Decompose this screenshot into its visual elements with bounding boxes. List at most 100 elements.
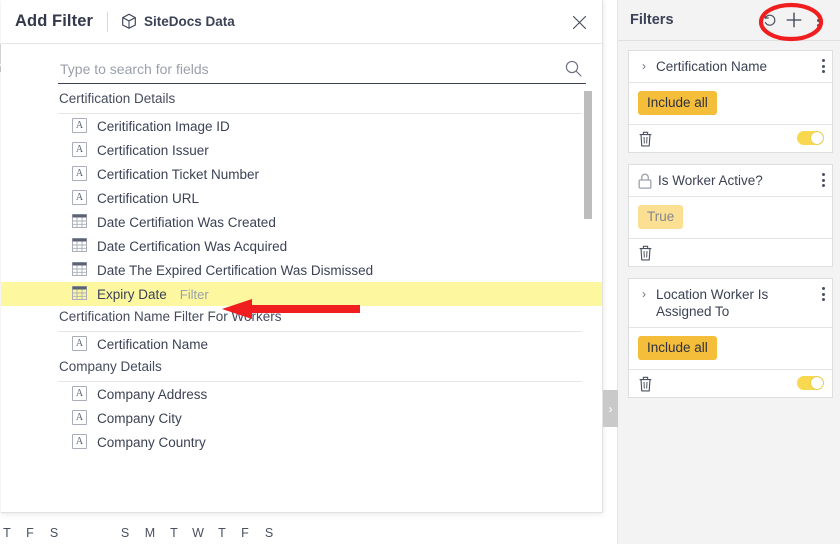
add-filter-dialog: Add Filter SiteDocs Data Type to search … — [1, 0, 603, 513]
search-field-wrapper — [58, 55, 586, 84]
filters-title: Filters — [630, 12, 674, 28]
filter-card-title: Is Worker Active? — [658, 173, 763, 188]
field-list-item-label: Date Certification Was Acquired — [97, 238, 288, 254]
field-list-item[interactable]: A Company City — [1, 406, 602, 430]
field-list-item[interactable]: A Certification URL — [1, 186, 602, 210]
field-list-item-label: Company City — [97, 410, 182, 426]
field-list-item-label: Expiry Date — [97, 286, 167, 302]
filter-card-menu-icon[interactable] — [822, 59, 825, 73]
calendar-day-headers: TFSSMTWTFS — [0, 525, 605, 541]
date-field-type-icon — [72, 262, 87, 276]
filter-card-footer — [629, 370, 832, 397]
cube-icon — [121, 13, 137, 30]
text-field-type-icon: A — [72, 386, 87, 401]
field-list-item[interactable]: A Company Address — [1, 382, 602, 406]
calendar-day-letter: W — [192, 526, 204, 540]
calendar-day-letter: F — [26, 526, 34, 540]
text-field-type-icon: A — [72, 142, 87, 157]
filter-enabled-toggle[interactable] — [797, 376, 824, 391]
text-field-type-icon: A — [72, 190, 87, 205]
field-list-item[interactable]: A Ceritification Image ID — [1, 114, 602, 138]
scrollbar-thumb[interactable] — [584, 91, 592, 219]
field-list-scrollbar[interactable] — [584, 88, 592, 512]
field-list-item-label: Date Certifiation Was Created — [97, 214, 276, 230]
screen-root: TFSSMTWTFS Add Filter SiteDocs Data Type… — [0, 0, 840, 544]
field-list-item[interactable]: Date The Expired Certification Was Dismi… — [1, 258, 602, 282]
filter-card: Is Worker Active? True — [628, 164, 833, 268]
date-field-type-icon — [72, 286, 87, 300]
field-group-label: Company Details — [58, 356, 582, 382]
field-list-item-label: Certification Issuer — [97, 142, 209, 158]
filter-card-header: › Certification Name — [629, 51, 832, 83]
filter-card-footer — [629, 125, 832, 152]
date-field-type-icon — [72, 214, 87, 228]
field-list-item[interactable]: A Certification Name — [1, 332, 602, 356]
field-list-item-label: Ceritification Image ID — [97, 118, 230, 134]
text-field-type-icon: A — [72, 118, 87, 133]
field-list-item-label: Certification Ticket Number — [97, 166, 260, 182]
field-filter-action[interactable]: Filter — [180, 287, 209, 302]
filter-value-chip[interactable]: True — [638, 205, 684, 230]
data-source-label: SiteDocs Data — [144, 14, 235, 29]
lock-icon — [638, 173, 652, 189]
filter-card-header: › Location Worker Is Assigned To — [629, 279, 832, 329]
field-list[interactable]: Certification Details A Ceritification Ima… — [1, 88, 602, 512]
text-field-type-icon: A — [72, 434, 87, 449]
filter-card-title: Location Worker Is Assigned To — [656, 287, 769, 320]
background-calendar: TFSSMTWTFS — [0, 512, 605, 544]
field-list-item-label: Company Address — [97, 386, 208, 402]
filters-header: Filters — [618, 0, 840, 41]
field-group-label: Certification Name Filter For Workers — [58, 306, 582, 332]
dialog-header: Add Filter SiteDocs Data — [1, 0, 602, 44]
close-icon[interactable] — [568, 11, 590, 33]
field-list-item[interactable]: Date Certifiation Was Created — [1, 210, 602, 234]
filter-value-chip[interactable]: Include all — [638, 336, 717, 361]
calendar-day-letter: F — [241, 526, 249, 540]
calendar-day-letter: S — [120, 526, 130, 540]
filters-sidebar: Filters › Certification Name Include all Is… — [617, 0, 840, 544]
filter-card-body: Include all — [629, 328, 832, 371]
trash-icon[interactable] — [638, 245, 653, 261]
field-list-item-label: Certification Name — [97, 336, 209, 352]
search-input[interactable] — [60, 55, 545, 82]
field-list-item-label: Date The Expired Certification Was Dismi… — [97, 262, 374, 278]
kebab-menu-icon[interactable] — [806, 8, 830, 32]
field-list-item[interactable]: A Certification Issuer — [1, 138, 602, 162]
trash-icon[interactable] — [638, 376, 653, 392]
calendar-day-letter: T — [218, 526, 226, 540]
header-divider — [107, 11, 108, 32]
filter-card-title: Certification Name — [656, 59, 768, 74]
field-list-item[interactable]: Date Certification Was Acquired — [1, 234, 602, 258]
search-icon[interactable] — [564, 59, 584, 79]
field-list-item[interactable]: A Company Country — [1, 430, 602, 454]
field-list-item[interactable]: Expiry Date Filter — [1, 282, 602, 306]
filter-card-body: True — [629, 197, 832, 240]
filter-card-header: Is Worker Active? — [629, 165, 832, 198]
text-field-type-icon: A — [72, 166, 87, 181]
calendar-day-letter: S — [49, 526, 59, 540]
calendar-day-letter: S — [264, 526, 274, 540]
filter-card-menu-icon[interactable] — [822, 287, 825, 302]
date-field-type-icon — [72, 238, 87, 252]
calendar-day-letter: M — [144, 526, 156, 540]
chevron-right-icon[interactable]: › — [638, 58, 650, 75]
add-filter-button[interactable] — [782, 8, 806, 32]
filter-card: › Location Worker Is Assigned To Include a… — [628, 278, 833, 399]
filter-card: › Certification Name Include all — [628, 50, 833, 153]
page-title: Add Filter — [15, 12, 93, 30]
text-field-type-icon: A — [72, 336, 87, 351]
trash-icon[interactable] — [638, 131, 653, 147]
field-list-item-label: Certification URL — [97, 190, 200, 206]
chevron-right-icon[interactable]: › — [638, 286, 650, 303]
text-field-type-icon: A — [72, 410, 87, 425]
panel-collapse-handle[interactable]: › — [603, 390, 618, 427]
undo-icon[interactable] — [758, 8, 782, 32]
filter-enabled-toggle[interactable] — [797, 131, 824, 145]
filter-value-chip[interactable]: Include all — [638, 91, 717, 115]
field-list-item-label: Company Country — [97, 434, 206, 450]
field-group-label: Certification Details — [58, 88, 582, 114]
filter-card-body: Include all — [629, 83, 832, 125]
calendar-day-letter: T — [3, 526, 11, 540]
field-list-item[interactable]: A Certification Ticket Number — [1, 162, 602, 186]
filter-card-menu-icon[interactable] — [822, 173, 825, 187]
